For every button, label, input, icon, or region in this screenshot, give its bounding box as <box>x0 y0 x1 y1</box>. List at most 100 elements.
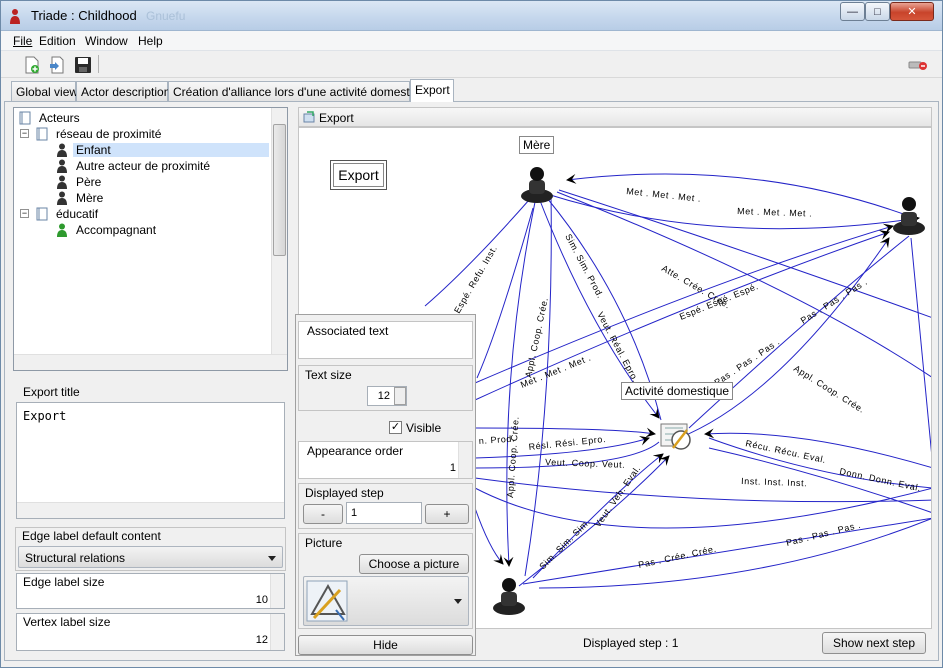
export-icon <box>303 111 315 123</box>
vertex-label-mere: Mère <box>519 136 555 154</box>
graph-header: Export <box>298 107 932 127</box>
appearance-order-value[interactable]: 1 <box>450 462 456 474</box>
step-plus-button[interactable]: + <box>425 504 469 524</box>
vertex-mere-icon[interactable] <box>521 167 553 203</box>
menu-bar: File Edition Window Help <box>1 31 942 51</box>
save-icon <box>75 57 91 73</box>
vertex-activite-icon[interactable] <box>660 423 691 450</box>
open-file-icon <box>50 56 64 74</box>
tree-item-label: Accompagnant <box>76 223 157 237</box>
show-next-step-button[interactable]: Show next step <box>822 632 926 654</box>
export-title-value: Export <box>23 409 67 423</box>
spinner[interactable] <box>270 614 284 650</box>
export-title-field[interactable]: Export <box>16 402 285 519</box>
tree-item-autre-acteur[interactable]: Autre acteur de proximité <box>55 158 213 174</box>
tree-item-label: Enfant <box>73 143 269 157</box>
tree-root-label: Acteurs <box>39 111 80 125</box>
open-file-button[interactable] <box>46 54 68 76</box>
window-title: Triade : Childhood <box>31 8 137 23</box>
export-title-label: Export title <box>23 385 80 399</box>
export-title-node[interactable]: Export <box>330 160 387 190</box>
edge-label: Appl. Coop. Crée. <box>792 363 867 415</box>
edge-label: Veut. Réal. Epro. <box>595 310 641 384</box>
text-size-spinbox[interactable]: 12 <box>367 386 407 406</box>
tree-group-label: réseau de proximité <box>56 127 162 141</box>
close-button[interactable]: ✕ <box>890 2 934 21</box>
tree-item-label: Père <box>76 175 102 189</box>
vertex-bottom-actor-icon[interactable] <box>493 578 525 615</box>
chevron-down-icon <box>454 599 462 604</box>
spinner[interactable] <box>270 574 284 608</box>
tree-item-accompagnant[interactable]: Accompagnant <box>55 222 159 238</box>
edge-label-default-group: Edge label default content Structural re… <box>15 527 286 571</box>
tree-item-mere[interactable]: Mère <box>55 190 106 206</box>
edge-label-default-value: Structural relations <box>25 551 126 565</box>
vertex-label-size-label: Vertex label size <box>23 615 111 629</box>
export-title-scrollbar[interactable] <box>17 502 284 518</box>
tree-horizontal-scrollbar[interactable] <box>14 354 287 370</box>
maximize-button[interactable]: □ <box>865 2 890 21</box>
actor-icon <box>57 175 67 189</box>
actor-icon <box>57 191 67 205</box>
tree-item-pere[interactable]: Père <box>55 174 104 190</box>
menu-file[interactable]: File <box>13 34 32 48</box>
displayed-step-status: Displayed step : 1 <box>583 636 679 650</box>
new-file-button[interactable] <box>21 54 43 76</box>
close-project-button[interactable] <box>907 54 929 76</box>
minimize-button[interactable]: — <box>840 2 865 21</box>
menu-edition[interactable]: Edition <box>39 34 76 48</box>
tree-item-enfant[interactable]: Enfant <box>55 142 269 158</box>
collapse-icon[interactable]: − <box>20 129 29 138</box>
appearance-order-group: Appearance order 1 <box>298 441 473 479</box>
edge-label: Récu. Récu. Eval. <box>745 438 828 465</box>
actor-icon <box>57 143 67 157</box>
edge-label-default-label: Edge label default content <box>22 529 161 543</box>
drafting-tools-icon <box>306 580 348 622</box>
tab-actor-description[interactable]: Actor description <box>76 81 170 101</box>
actor-app-icon <box>10 9 20 24</box>
toolbar <box>1 51 942 78</box>
spinner-arrows-icon[interactable] <box>394 387 406 405</box>
associated-text-field[interactable]: Associated text <box>298 321 473 359</box>
save-button[interactable] <box>72 54 94 76</box>
visible-checkbox[interactable]: ✓ <box>389 421 402 434</box>
menu-window[interactable]: Window <box>85 34 128 48</box>
edge-label: Met . Met . Met . <box>737 206 813 219</box>
edge-label-size-label: Edge label size <box>23 575 105 589</box>
step-minus-button[interactable]: - <box>303 504 343 524</box>
scroll-thumb[interactable] <box>273 124 286 256</box>
chevron-down-icon <box>268 556 276 561</box>
text-size-label: Text size <box>305 368 352 382</box>
tree-item-label: Autre acteur de proximité <box>76 159 211 173</box>
vertex-label-activite: Activité domestique <box>621 382 734 400</box>
book-icon <box>36 127 48 141</box>
picture-select[interactable] <box>303 576 469 626</box>
toolbar-separator <box>98 55 99 73</box>
edge-label-size-value[interactable]: 10 <box>256 594 268 606</box>
tab-global-view[interactable]: Global view <box>11 81 78 101</box>
vertex-label-size-group: Vertex label size 12 <box>16 613 285 651</box>
menu-help[interactable]: Help <box>138 34 163 48</box>
associated-text-label: Associated text <box>307 324 389 338</box>
choose-picture-button[interactable]: Choose a picture <box>359 554 469 574</box>
tree-group-educatif[interactable]: éducatif <box>35 206 101 222</box>
tab-creation-alliance[interactable]: Création d'alliance lors d'une activité … <box>168 81 432 101</box>
tree-item-label: Mère <box>76 191 104 205</box>
tree-root[interactable]: Acteurs <box>18 110 83 126</box>
tree-group-proximite[interactable]: réseau de proximité <box>35 126 164 142</box>
hide-button[interactable]: Hide <box>298 635 473 655</box>
spinner[interactable] <box>458 442 472 478</box>
new-file-icon <box>25 56 39 74</box>
tab-export[interactable]: Export <box>410 79 454 102</box>
vertex-label-size-value[interactable]: 12 <box>256 634 268 646</box>
edge-label-default-select[interactable]: Structural relations <box>18 546 283 568</box>
picture-group: Picture Choose a picture <box>298 533 473 629</box>
tab-bar: Global view Actor description Création d… <box>1 79 942 102</box>
displayed-step-field[interactable]: 1 <box>346 502 422 524</box>
tree-vertical-scrollbar[interactable] <box>271 108 287 354</box>
book-icon <box>36 207 48 221</box>
collapse-icon[interactable]: − <box>20 209 29 218</box>
app-window: Triade : Childhood Gnuefu — □ ✕ File Edi… <box>0 0 943 668</box>
edge-label: Donn. Donn. Eval. <box>839 466 923 493</box>
vertex-right-actor-icon[interactable] <box>893 197 925 235</box>
